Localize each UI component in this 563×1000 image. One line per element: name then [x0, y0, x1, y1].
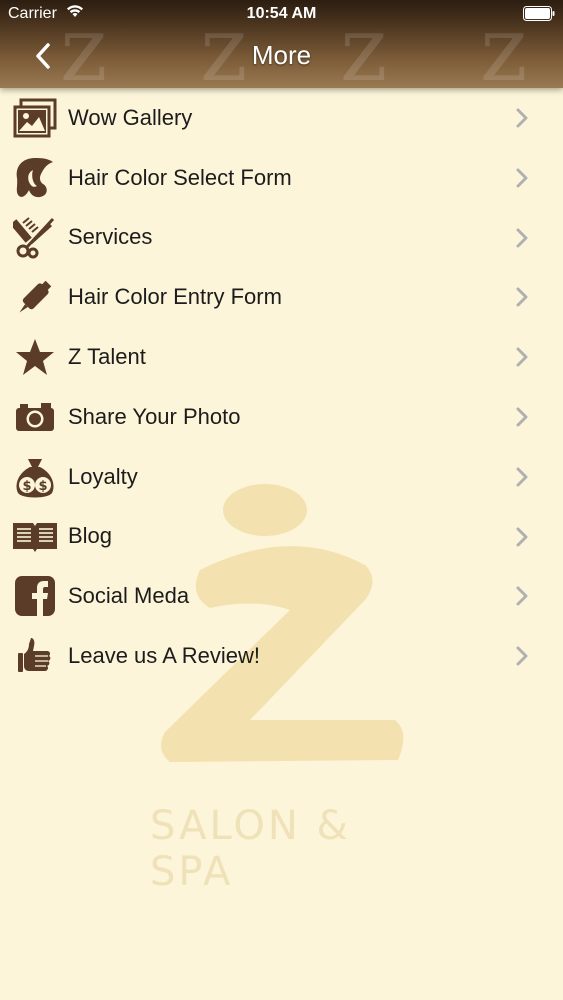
svg-text:$: $: [22, 479, 31, 494]
nav-header: z z z z Carrier 10:54 AM More: [0, 0, 563, 88]
chevron-right-icon: [516, 467, 528, 487]
chevron-right-icon: [516, 586, 528, 606]
battery-icon: [523, 6, 555, 21]
more-menu-list: Wow Gallery Hair Color Select Form Servi…: [0, 88, 563, 686]
menu-item-label: Z Talent: [68, 344, 146, 370]
menu-item-label: Share Your Photo: [68, 403, 241, 429]
gallery-icon: [12, 95, 58, 141]
chevron-right-icon: [516, 168, 528, 188]
menu-item-loyalty[interactable]: $ $ Loyalty: [0, 447, 563, 507]
menu-item-blog[interactable]: Blog: [0, 507, 563, 567]
hair-profile-icon: [12, 155, 58, 201]
menu-item-label: Services: [68, 224, 153, 250]
page-title: More: [251, 40, 312, 70]
chevron-right-icon: [516, 228, 528, 248]
menu-item-label: Blog: [68, 523, 113, 549]
chevron-right-icon: [516, 407, 528, 427]
scissors-comb-icon: [12, 214, 58, 260]
open-book-icon: [12, 513, 58, 559]
star-icon: [12, 334, 58, 380]
menu-item-leave-us-a-review[interactable]: Leave us A Review!: [0, 626, 563, 686]
chevron-right-icon: [516, 108, 528, 128]
menu-item-label: Leave us A Review!: [68, 643, 261, 669]
menu-item-hair-color-entry-form[interactable]: Hair Color Entry Form: [0, 267, 563, 327]
menu-item-wow-gallery[interactable]: Wow Gallery: [0, 88, 563, 148]
money-bag-icon: $ $: [12, 454, 58, 500]
camera-icon: [12, 394, 58, 440]
menu-item-label: Hair Color Select Form: [68, 164, 292, 190]
menu-item-social-meda[interactable]: Social Meda: [0, 566, 563, 626]
chevron-right-icon: [516, 527, 528, 547]
status-bar: Carrier 10:54 AM: [0, 0, 563, 30]
thumbs-up-icon: [12, 633, 58, 679]
menu-item-label: Wow Gallery: [68, 104, 193, 130]
menu-item-label: Social Meda: [68, 583, 190, 609]
status-time: 10:54 AM: [246, 5, 317, 22]
chevron-right-icon: [516, 646, 528, 666]
menu-item-hair-color-select-form[interactable]: Hair Color Select Form: [0, 148, 563, 208]
svg-text:$: $: [38, 479, 47, 494]
color-bottle-icon: [12, 274, 58, 320]
facebook-icon: [12, 573, 58, 619]
menu-item-label: Hair Color Entry Form: [68, 284, 282, 310]
menu-item-services[interactable]: Services: [0, 208, 563, 268]
salon-logo-text: SALON & SPA: [150, 803, 351, 895]
menu-item-label: Loyalty: [68, 463, 138, 489]
chevron-right-icon: [516, 287, 528, 307]
menu-item-share-your-photo[interactable]: Share Your Photo: [0, 387, 563, 447]
menu-item-z-talent[interactable]: Z Talent: [0, 327, 563, 387]
chevron-right-icon: [516, 347, 528, 367]
